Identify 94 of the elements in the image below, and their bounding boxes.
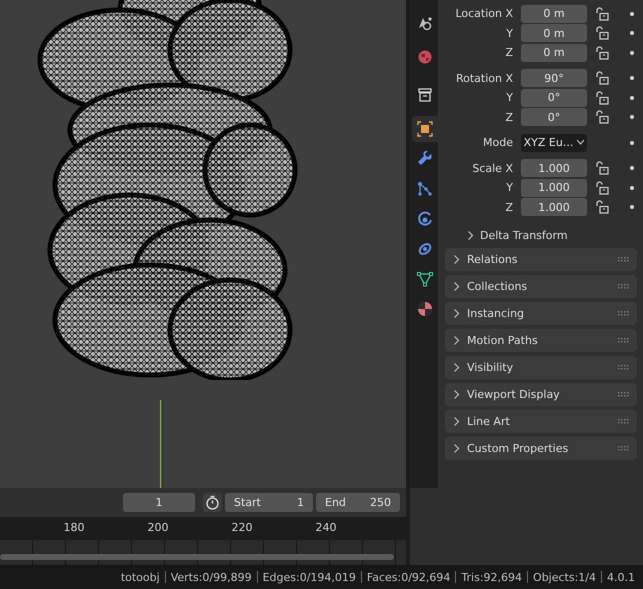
panel-header[interactable]: Visibility — [445, 356, 637, 379]
orbit-icon — [417, 211, 433, 227]
lock-icon[interactable] — [595, 71, 609, 86]
status-text: totoobj — [120, 570, 160, 584]
constraint-icon — [417, 241, 433, 257]
scrollbar[interactable] — [0, 554, 394, 560]
globe-icon — [417, 49, 433, 65]
number-field[interactable]: 0° — [521, 108, 587, 126]
drag-handle-icon[interactable] — [618, 284, 629, 289]
box-icon — [417, 87, 433, 103]
number-field[interactable]: 1.000 — [521, 178, 587, 197]
keyframe-dot-icon[interactable] — [630, 205, 634, 210]
keyframe-dot-icon[interactable] — [630, 31, 634, 36]
lock-icon[interactable] — [595, 6, 609, 21]
chevron-icon — [453, 444, 460, 453]
lock-icon[interactable] — [595, 46, 609, 60]
stopwatch-icon[interactable] — [203, 493, 222, 512]
panel-header[interactable]: Motion Paths — [445, 329, 637, 352]
frame-number: 240 — [316, 521, 336, 534]
number-field[interactable]: 90° — [521, 69, 587, 88]
panel-header[interactable]: Relations — [445, 248, 637, 271]
chevron-icon — [453, 336, 460, 345]
panel-header[interactable]: Collections — [445, 275, 637, 298]
triangle-mesh-icon — [417, 271, 433, 287]
status-text: Edges:0/194,019 — [262, 570, 356, 584]
subpanel-header[interactable]: Delta Transform — [467, 229, 637, 242]
number-field[interactable]: 1.000 — [521, 198, 587, 216]
chevron-icon — [453, 309, 460, 318]
chevron-icon — [467, 231, 474, 240]
frame-number: 220 — [232, 521, 252, 534]
keyframe-dot-icon[interactable] — [630, 12, 634, 16]
chevron-icon — [453, 417, 460, 426]
current-frame-field[interactable]: 1 — [123, 493, 195, 512]
field-label: Y — [505, 26, 513, 40]
field-label: Mode — [482, 136, 513, 150]
keyframe-dot-icon[interactable] — [630, 115, 634, 120]
field-label: Y — [505, 91, 513, 104]
chevron-icon — [577, 138, 584, 148]
drag-handle-icon[interactable] — [618, 257, 629, 262]
keyframe-dot-icon[interactable] — [630, 140, 634, 145]
drag-handle-icon[interactable] — [618, 365, 629, 370]
keyframe-dot-icon[interactable] — [630, 166, 634, 170]
lock-icon[interactable] — [595, 161, 609, 176]
3d-viewport[interactable] — [0, 0, 406, 488]
field-label: Z — [504, 46, 513, 60]
panel-header[interactable]: Line Art — [445, 410, 637, 433]
end-frame-field[interactable]: End 250 — [316, 493, 400, 512]
keyframe-dot-icon[interactable] — [630, 96, 634, 100]
field-label: Z — [504, 200, 513, 214]
frame-number: 200 — [148, 521, 168, 534]
status-text: Faces:0/92,694 — [366, 570, 450, 584]
lock-icon[interactable] — [595, 180, 609, 195]
number-field[interactable]: 0 m — [521, 24, 587, 42]
mode-dropdown[interactable]: XYZ Eu... — [521, 134, 587, 152]
number-field[interactable]: 0° — [521, 88, 587, 107]
drag-handle-icon[interactable] — [618, 419, 629, 424]
properties-tab[interactable] — [412, 116, 438, 142]
field-label: Y — [505, 181, 513, 194]
status-text: 4.0.1 — [607, 570, 635, 584]
lock-icon[interactable] — [595, 26, 609, 40]
panel-header[interactable]: Viewport Display — [445, 383, 637, 406]
panel-header[interactable]: Custom Properties — [445, 437, 637, 460]
particles-icon — [417, 181, 433, 197]
chevron-icon — [453, 282, 460, 291]
panel-header[interactable]: Instancing — [445, 302, 637, 325]
drag-handle-icon[interactable] — [618, 311, 629, 316]
drag-handle-icon[interactable] — [618, 392, 629, 397]
status-text: Tris:92,694 — [461, 570, 522, 584]
start-frame-field[interactable]: Start 1 — [225, 493, 313, 512]
field-label: Z — [504, 110, 513, 124]
lock-icon[interactable] — [595, 110, 609, 124]
chevron-icon — [453, 363, 460, 372]
drag-handle-icon[interactable] — [618, 338, 629, 343]
lock-icon[interactable] — [595, 90, 609, 105]
keyframe-dot-icon[interactable] — [630, 186, 634, 190]
wrench-icon — [417, 151, 433, 167]
chevron-icon — [453, 390, 460, 399]
object-square-icon — [417, 121, 433, 137]
field-label: Rotation X — [454, 72, 513, 85]
status-text: Verts:0/99,899 — [170, 570, 252, 584]
material-sphere-icon — [417, 301, 433, 317]
lock-icon[interactable] — [595, 200, 609, 214]
number-field[interactable]: 1.000 — [521, 159, 587, 178]
number-field[interactable]: 0 m — [521, 4, 587, 23]
field-label: Location X — [454, 7, 513, 20]
status-text: Objects:1/4 — [533, 570, 596, 584]
field-label: Scale X — [471, 162, 513, 175]
drag-handle-icon[interactable] — [618, 446, 629, 451]
keyframe-dot-icon[interactable] — [630, 50, 634, 55]
chevron-icon — [453, 255, 460, 264]
number-field[interactable]: 0 m — [521, 44, 587, 62]
scene-icon — [417, 15, 433, 31]
keyframe-dot-icon[interactable] — [630, 76, 634, 80]
frame-number: 180 — [64, 521, 84, 534]
